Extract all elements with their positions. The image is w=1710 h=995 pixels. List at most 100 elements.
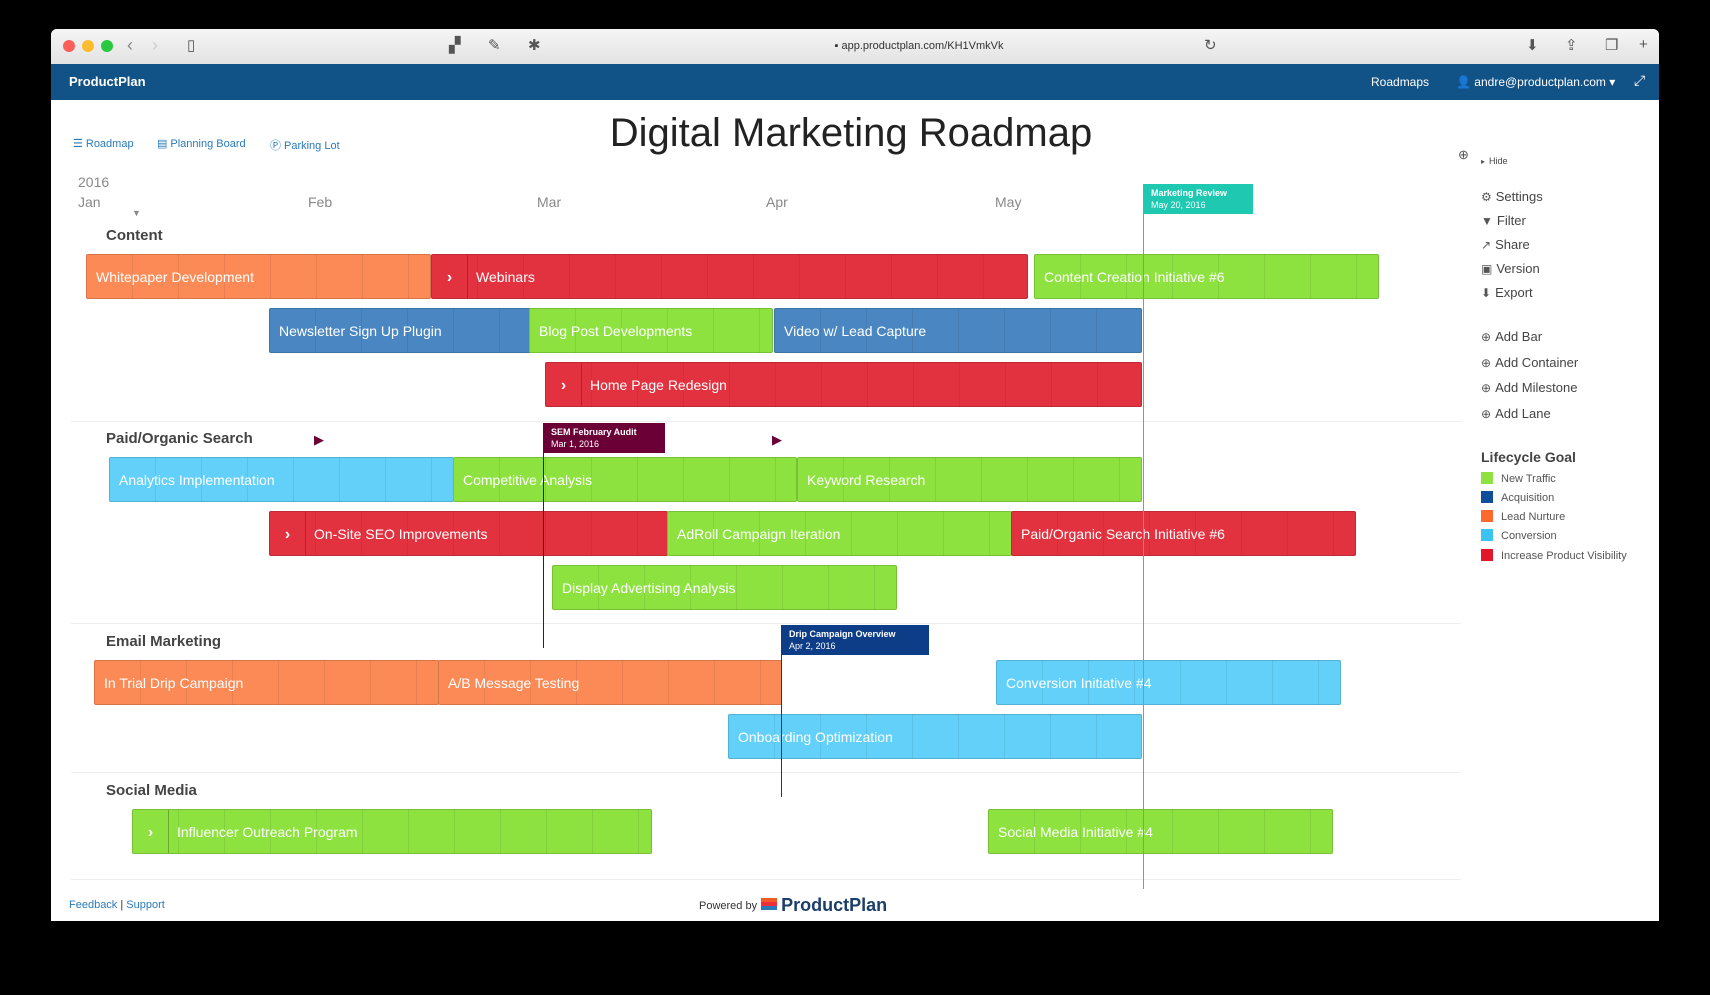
roadmap-bar[interactable]: Paid/Organic Search Initiative #6 — [1011, 511, 1356, 556]
bar-label: Video w/ Lead Capture — [784, 323, 927, 339]
sidebar-toggle-icon[interactable]: ▯ — [187, 36, 195, 54]
legend-swatch — [1481, 529, 1493, 541]
hide-panel-link[interactable]: ▸ Hide — [1481, 156, 1508, 166]
version-link[interactable]: ▣ Version — [1481, 261, 1540, 276]
roadmap-bar[interactable]: Conversion Initiative #4 — [996, 660, 1341, 705]
share-link[interactable]: ↗ Share — [1481, 237, 1530, 252]
puzzle-icon[interactable]: ✱ — [528, 36, 541, 54]
bar-label: In Trial Drip Campaign — [104, 675, 244, 691]
download-icon: ⬇ — [1481, 286, 1492, 300]
milestone-marketing-review[interactable]: Marketing Review May 20, 2016 — [1143, 184, 1253, 214]
roadmap-bar[interactable]: Display Advertising Analysis — [552, 565, 897, 610]
settings-label: Settings — [1495, 189, 1543, 204]
url-text: app.productplan.com/KH1VmkVk — [841, 40, 1004, 52]
milestone-title: Marketing Review — [1151, 188, 1228, 198]
roadmap-bar[interactable]: Blog Post Developments — [529, 308, 773, 353]
roadmap-container[interactable]: › Webinars — [431, 254, 1028, 299]
expand-icon[interactable]: › — [133, 810, 169, 853]
milestone-sem-february-audit[interactable]: SEM February Audit Mar 1, 2016 — [543, 423, 665, 453]
legend-label: Lead Nurture — [1501, 511, 1566, 523]
fullscreen-icon[interactable]: ⤢ — [1634, 72, 1645, 89]
powered-by-brand[interactable]: ProductPlan — [781, 895, 887, 915]
app-logo[interactable]: ProductPlan — [69, 74, 146, 89]
user-icon: 👤 — [1456, 75, 1471, 89]
roadmap-bar[interactable]: AdRoll Campaign Iteration — [667, 511, 1012, 556]
bar-label: Webinars — [476, 269, 535, 285]
bar-label: Analytics Implementation — [119, 472, 275, 488]
forward-icon[interactable]: › — [152, 35, 158, 56]
flag-icon[interactable]: ▶ — [314, 432, 324, 448]
powered-by: Powered by ProductPlan — [699, 895, 887, 916]
roadmap-container[interactable]: › On-Site SEO Improvements — [269, 511, 668, 556]
lane-title[interactable]: Social Media — [106, 782, 197, 799]
roadmap-bar[interactable]: Competitive Analysis — [453, 457, 797, 502]
legend-item[interactable]: New Traffic — [1481, 472, 1556, 485]
month-label: Mar — [537, 194, 562, 210]
roadmap-bar[interactable]: In Trial Drip Campaign — [94, 660, 439, 705]
lane-title[interactable]: Email Marketing — [106, 633, 221, 650]
roadmap-bar[interactable]: Social Media Initiative #4 — [988, 809, 1333, 854]
roadmap-container[interactable]: › Home Page Redesign — [545, 362, 1142, 407]
roadmap-bar[interactable]: Newsletter Sign Up Plugin — [269, 308, 531, 353]
expand-icon[interactable]: › — [546, 363, 582, 406]
lane-divider — [71, 879, 1461, 880]
roadmap-bar[interactable]: Content Creation Initiative #6 — [1034, 254, 1379, 299]
bar-label: Paid/Organic Search Initiative #6 — [1021, 526, 1225, 542]
export-label: Export — [1495, 285, 1533, 300]
share-icon[interactable]: ⇪ — [1565, 36, 1578, 54]
lane-title[interactable]: Paid/Organic Search — [106, 430, 253, 447]
minimize-window-icon[interactable] — [82, 40, 94, 52]
lock-icon: ▪ — [834, 40, 839, 52]
milestone-drip-campaign-overview[interactable]: Drip Campaign Overview Apr 2, 2016 — [781, 625, 929, 655]
bar-label: AdRoll Campaign Iteration — [677, 526, 841, 542]
add-lane-link[interactable]: ⊕ Add Lane — [1481, 406, 1551, 421]
expand-icon[interactable]: › — [432, 255, 468, 298]
milestone-line — [1143, 214, 1144, 889]
download-icon[interactable]: ⬇ — [1526, 36, 1539, 54]
support-link[interactable]: Support — [126, 899, 165, 911]
roadmap-container[interactable]: › Influencer Outreach Program — [132, 809, 652, 854]
address-bar[interactable]: ▪ app.productplan.com/KH1VmkVk — [563, 36, 1275, 56]
month-label: Feb — [308, 194, 333, 210]
legend-item[interactable]: Lead Nurture — [1481, 510, 1565, 523]
back-icon[interactable]: ‹ — [127, 35, 133, 56]
bar-label: Social Media Initiative #4 — [998, 824, 1153, 840]
roadmap-bar[interactable]: Video w/ Lead Capture — [774, 308, 1142, 353]
new-tab-icon[interactable]: + — [1639, 36, 1648, 53]
bar-label: Home Page Redesign — [590, 377, 727, 393]
roadmap-bar[interactable]: A/B Message Testing — [438, 660, 782, 705]
add-container-link[interactable]: ⊕ Add Container — [1481, 355, 1578, 370]
lane-divider — [71, 623, 1461, 624]
add-circle-icon[interactable]: ⊕ — [1458, 147, 1469, 163]
lane-title[interactable]: Content — [106, 227, 163, 244]
roadmap-bar[interactable]: Onboarding Optimization — [728, 714, 1142, 759]
expand-icon[interactable]: › — [270, 512, 306, 555]
reload-icon[interactable]: ↻ — [1204, 36, 1217, 54]
bar-label: Onboarding Optimization — [738, 729, 893, 745]
export-link[interactable]: ⬇ Export — [1481, 285, 1533, 300]
maximize-window-icon[interactable] — [101, 40, 113, 52]
add-bar-link[interactable]: ⊕ Add Bar — [1481, 329, 1542, 344]
flag-icon[interactable]: ▶ — [772, 432, 782, 448]
extension-icon[interactable]: ▞ — [449, 36, 461, 54]
tabs-icon[interactable]: ❐ — [1605, 36, 1618, 54]
filter-link[interactable]: ▼ Filter — [1481, 213, 1526, 228]
roadmap-bar[interactable]: Keyword Research — [797, 457, 1142, 502]
roadmap-bar[interactable]: Analytics Implementation — [109, 457, 454, 502]
bar-label: Newsletter Sign Up Plugin — [279, 323, 442, 339]
plus-circle-icon: ⊕ — [1481, 381, 1492, 395]
caret-right-icon: ▸ — [1481, 157, 1486, 166]
feedback-link[interactable]: Feedback — [69, 899, 117, 911]
legend-label: Acquisition — [1501, 492, 1555, 504]
pen-icon[interactable]: ✎ — [488, 36, 501, 54]
roadmap-bar[interactable]: Whitepaper Development — [86, 254, 431, 299]
user-menu[interactable]: 👤 andre@productplan.com ▾ — [1456, 75, 1615, 89]
legend-swatch — [1481, 510, 1493, 522]
close-window-icon[interactable] — [63, 40, 75, 52]
add-milestone-link[interactable]: ⊕ Add Milestone — [1481, 380, 1577, 395]
roadmaps-link[interactable]: Roadmaps — [1371, 75, 1429, 89]
legend-item[interactable]: Acquisition — [1481, 491, 1554, 504]
settings-link[interactable]: ⚙ Settings — [1481, 189, 1543, 204]
legend-item[interactable]: Increase Product Visibility — [1481, 549, 1627, 562]
legend-item[interactable]: Conversion — [1481, 529, 1557, 542]
